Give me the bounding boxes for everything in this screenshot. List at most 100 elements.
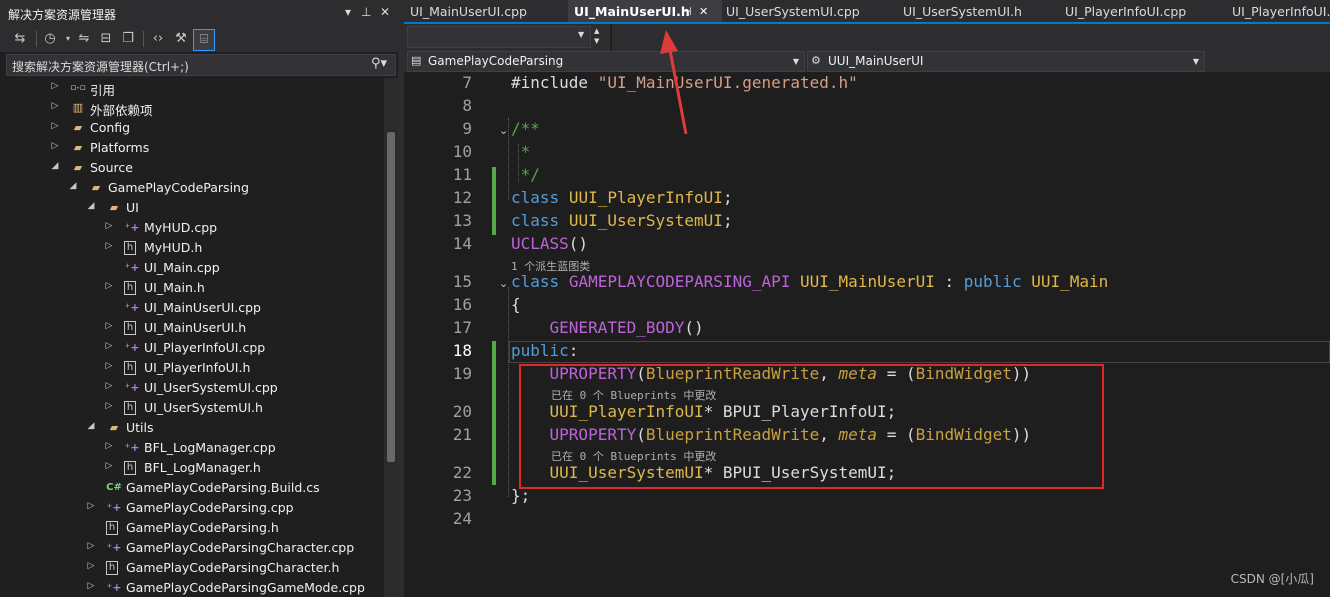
tree-item[interactable]: ▷ ⁺+ MyHUD.cpp: [0, 218, 384, 238]
collapsed-arrow-icon[interactable]: ▷: [104, 221, 114, 231]
tree-item[interactable]: ◢ ▰ GamePlayCodeParsing: [0, 178, 384, 198]
tree-item[interactable]: ▷ ⁺+ UI_UserSystemUI.cpp: [0, 378, 384, 398]
tree-item[interactable]: ▷ ▰ Config: [0, 118, 384, 138]
collapsed-arrow-icon[interactable]: ▷: [50, 81, 60, 91]
tree-item[interactable]: ▷ ▰ Platforms: [0, 138, 384, 158]
tab-ui-mainuserui-cpp[interactable]: UI_MainUserUI.cpp: [404, 0, 568, 24]
line-number: 23: [452, 486, 472, 505]
expanded-arrow-icon[interactable]: ◢: [86, 201, 96, 211]
chevron-down-icon[interactable]: ▼: [578, 30, 584, 39]
collapse-all-icon[interactable]: ⊟: [96, 29, 116, 49]
search-input[interactable]: 搜索解决方案资源管理器(Ctrl+;): [12, 58, 189, 75]
collapsed-arrow-icon[interactable]: ▷: [104, 461, 114, 471]
history-icon[interactable]: ◷: [40, 29, 60, 49]
tree-item[interactable]: ▷ ⁺+ GamePlayCodeParsingCharacter.cpp: [0, 538, 384, 558]
tree-item[interactable]: h GamePlayCodeParsing.h: [0, 518, 384, 538]
member-combo[interactable]: [407, 26, 591, 48]
fold-icon[interactable]: ⌄: [499, 277, 508, 290]
tree-item[interactable]: ◢ ▰ Utils: [0, 418, 384, 438]
collapsed-arrow-icon[interactable]: ▷: [86, 541, 96, 551]
tree-item[interactable]: ▷ ⁺+ GamePlayCodeParsingGameMode.cpp: [0, 578, 384, 597]
switch-views-icon[interactable]: ⇆: [10, 29, 30, 49]
code-area[interactable]: ⌄ ⌄ 7 #include "UI_MainUserUI.generated.h…: [404, 72, 1330, 597]
tree-item[interactable]: ▷ h MyHUD.h: [0, 238, 384, 258]
collapsed-arrow-icon[interactable]: ▷: [50, 121, 60, 131]
line-number: 16: [452, 295, 472, 314]
code-line[interactable]: */: [511, 165, 540, 184]
collapsed-arrow-icon[interactable]: ▷: [50, 101, 60, 111]
tree-item[interactable]: ◢ ▰ Source: [0, 158, 384, 178]
tree-item[interactable]: ⁺+ UI_MainUserUI.cpp: [0, 298, 384, 318]
collapsed-arrow-icon[interactable]: ▷: [50, 141, 60, 151]
code-line[interactable]: GENERATED_BODY(): [511, 318, 704, 337]
search-icon[interactable]: ⚲▾: [371, 56, 387, 71]
collapsed-arrow-icon[interactable]: ▷: [104, 321, 114, 331]
tree-item[interactable]: ▷ ▥ 外部依赖项: [0, 98, 384, 118]
tree-item[interactable]: ▷ h UI_Main.h: [0, 278, 384, 298]
reference-icon: ▫-▫: [70, 83, 86, 93]
chevron-down-icon[interactable]: ▼: [1193, 57, 1199, 66]
pin-icon[interactable]: ⊥: [361, 5, 371, 19]
tree-item[interactable]: ◢ ▰ UI: [0, 198, 384, 218]
wrench-icon[interactable]: ⚒: [171, 29, 191, 49]
tree-item-label: Source: [90, 160, 133, 175]
close-tab-icon[interactable]: ✕: [699, 0, 708, 24]
collapsed-arrow-icon[interactable]: ▷: [86, 561, 96, 571]
chevron-down-icon[interactable]: ▼: [793, 57, 799, 66]
code-icon[interactable]: ‹›: [148, 29, 168, 49]
collapsed-arrow-icon[interactable]: ▷: [104, 241, 114, 251]
code-line[interactable]: class UUI_PlayerInfoUI;: [511, 188, 733, 207]
tab-ui-playerinfoui-cpp[interactable]: UI_PlayerInfoUI.cpp: [1059, 0, 1227, 24]
project-combo[interactable]: ▤ GamePlayCodeParsing ▼: [407, 51, 805, 72]
expanded-arrow-icon[interactable]: ◢: [86, 421, 96, 431]
tree-item[interactable]: C# GamePlayCodeParsing.Build.cs: [0, 478, 384, 498]
tree-item[interactable]: ▷ ⁺+ UI_PlayerInfoUI.cpp: [0, 338, 384, 358]
solution-search-box[interactable]: 搜索解决方案资源管理器(Ctrl+;) ⚲▾: [6, 54, 396, 76]
scrollbar-thumb[interactable]: [387, 132, 395, 462]
collapsed-arrow-icon[interactable]: ▷: [86, 501, 96, 511]
collapsed-arrow-icon[interactable]: ▷: [104, 401, 114, 411]
code-line[interactable]: #include "UI_MainUserUI.generated.h": [511, 73, 858, 92]
tree-item[interactable]: ▷ h BFL_LogManager.h: [0, 458, 384, 478]
tree-item[interactable]: ▷ ⁺+ GamePlayCodeParsing.cpp: [0, 498, 384, 518]
code-line[interactable]: class UUI_UserSystemUI;: [511, 211, 733, 230]
pin-icon[interactable]: ⊣: [682, 0, 692, 24]
cpp-file-icon: ⁺+: [106, 581, 122, 594]
collapsed-arrow-icon[interactable]: ▷: [104, 441, 114, 451]
code-line[interactable]: *: [511, 142, 531, 161]
collapsed-arrow-icon[interactable]: ▷: [104, 381, 114, 391]
red-annotation-box: [519, 364, 1104, 489]
collapsed-arrow-icon[interactable]: ▷: [104, 341, 114, 351]
stepper-icon[interactable]: ▲ ▼: [594, 26, 604, 46]
sync-icon[interactable]: ⇋: [74, 29, 94, 49]
code-line[interactable]: class GAMEPLAYCODEPARSING_API UUI_MainUs…: [511, 272, 1108, 291]
dropdown-icon[interactable]: ▾: [345, 5, 351, 19]
collapsed-arrow-icon[interactable]: ▷: [86, 581, 96, 591]
close-icon[interactable]: ✕: [380, 5, 390, 19]
code-line[interactable]: /**: [511, 119, 540, 138]
code-line[interactable]: public:: [511, 341, 578, 360]
expanded-arrow-icon[interactable]: ◢: [68, 181, 78, 191]
preview-icon[interactable]: ⌸: [193, 29, 215, 51]
tree-item[interactable]: ▷ h UI_MainUserUI.h: [0, 318, 384, 338]
tree-item[interactable]: ⁺+ UI_Main.cpp: [0, 258, 384, 278]
show-all-files-icon[interactable]: ❐: [118, 29, 138, 49]
fold-icon[interactable]: ⌄: [499, 124, 508, 137]
tab-ui-mainuserui-h[interactable]: UI_MainUserUI.h ⊣ ✕: [568, 0, 722, 24]
collapsed-arrow-icon[interactable]: ▷: [104, 281, 114, 291]
tab-ui-usersystemui-cpp[interactable]: UI_UserSystemUI.cpp: [720, 0, 896, 24]
code-line[interactable]: UCLASS(): [511, 234, 588, 253]
scope-combo[interactable]: ⚙ UUI_MainUserUI ▼: [807, 51, 1205, 72]
expanded-arrow-icon[interactable]: ◢: [50, 161, 60, 171]
tree-item[interactable]: ▷ h UI_UserSystemUI.h: [0, 398, 384, 418]
codelens-derived-blueprints[interactable]: 1 个派生蓝图类: [511, 258, 590, 274]
code-line[interactable]: {: [511, 295, 521, 314]
tab-ui-playerinfoui-h[interactable]: UI_PlayerInfoUI.h: [1226, 0, 1330, 24]
tree-item[interactable]: ▷ h GamePlayCodeParsingCharacter.h: [0, 558, 384, 578]
tree-scrollbar[interactable]: [384, 78, 398, 597]
tab-ui-usersystemui-h[interactable]: UI_UserSystemUI.h: [897, 0, 1059, 24]
tree-item[interactable]: ▷ ⁺+ BFL_LogManager.cpp: [0, 438, 384, 458]
tree-item[interactable]: ▷ h UI_PlayerInfoUI.h: [0, 358, 384, 378]
tree-item[interactable]: ▷ ▫-▫ 引用: [0, 78, 384, 98]
collapsed-arrow-icon[interactable]: ▷: [104, 361, 114, 371]
